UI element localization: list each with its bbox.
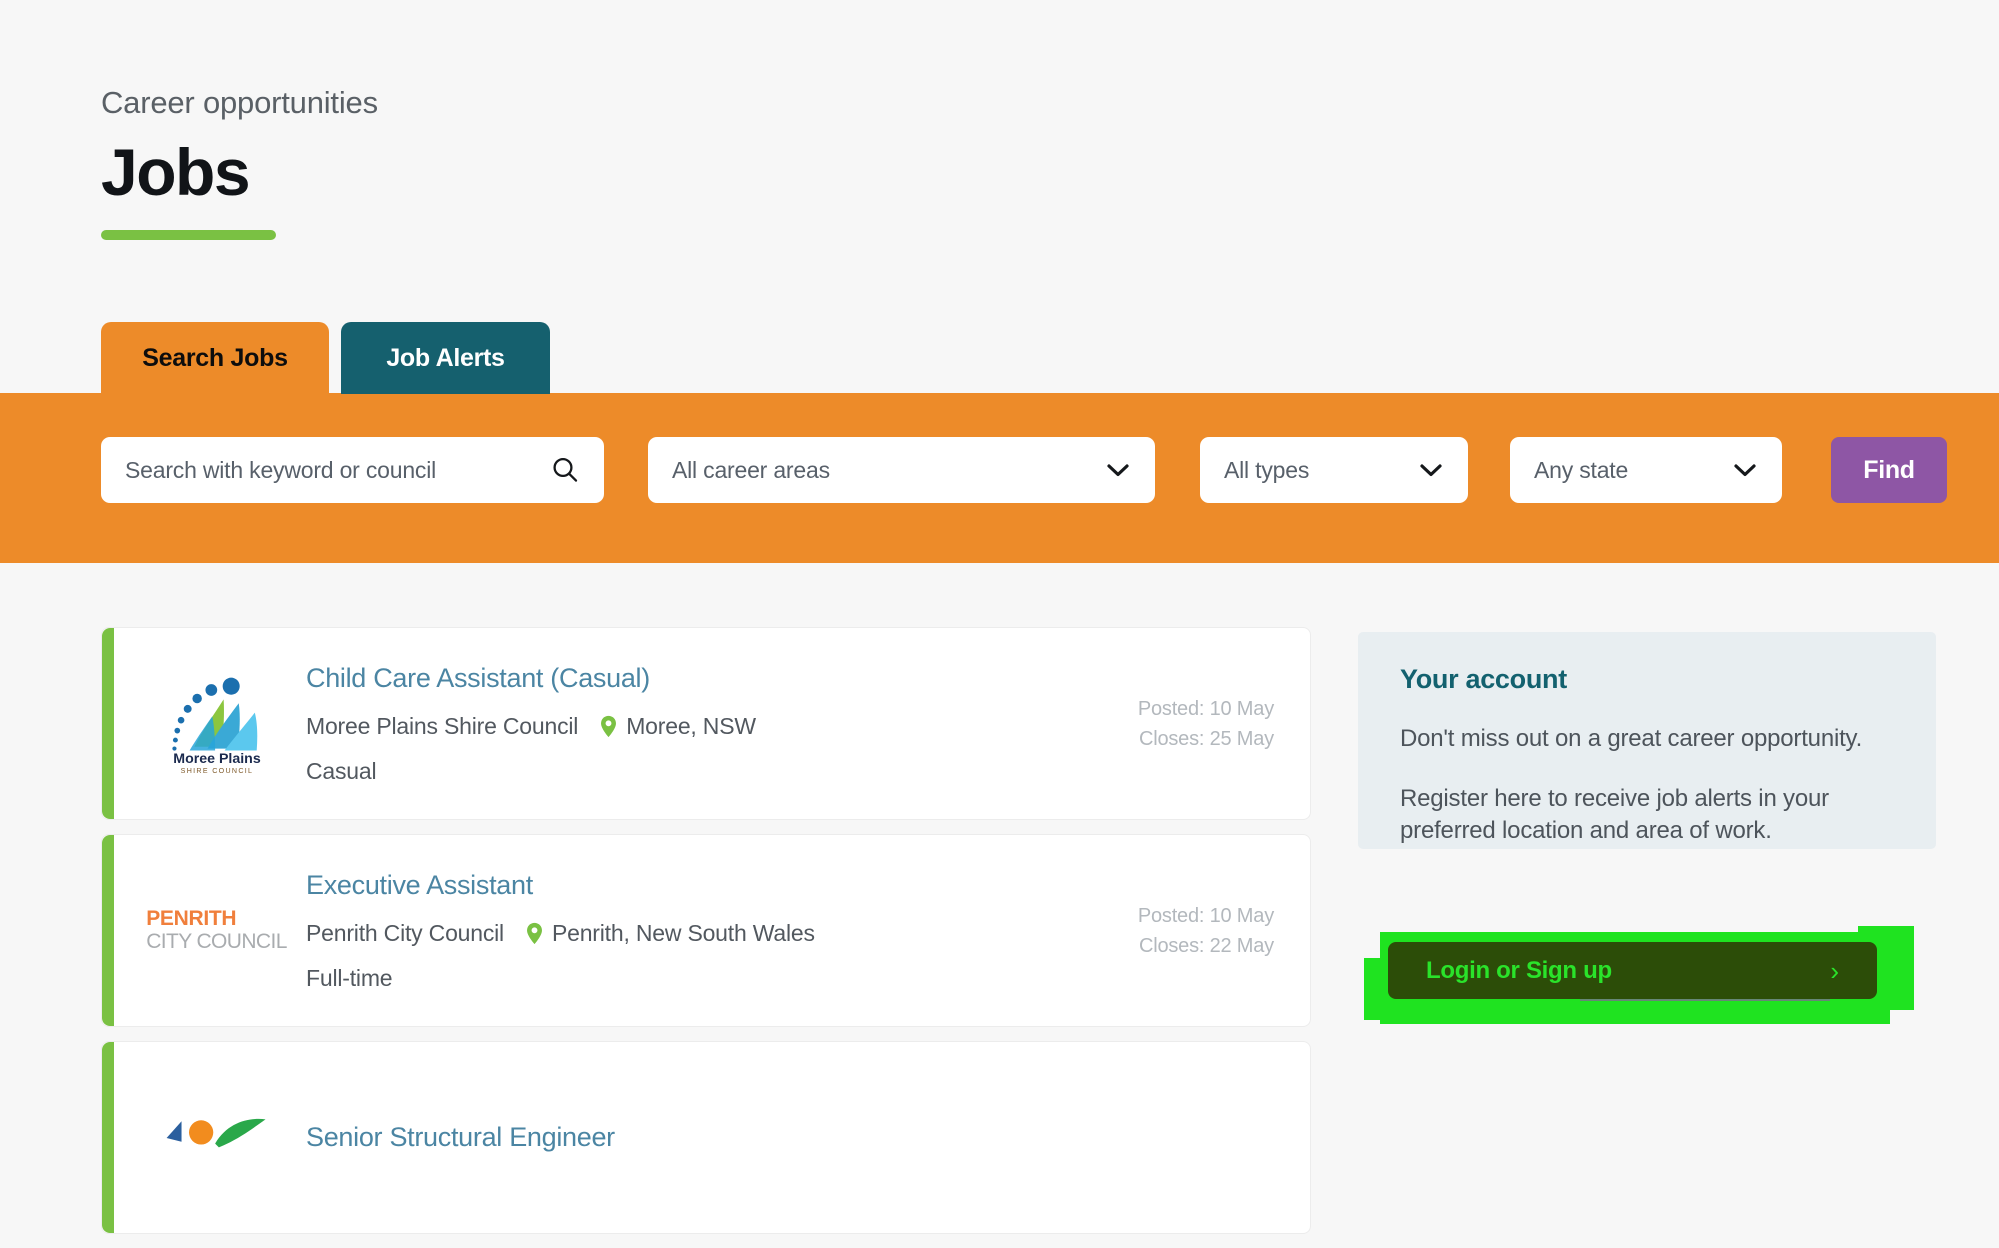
penrith-city-council-logo-icon: PENRITH CITY COUNCIL [146,908,287,952]
title-underline-rule [101,230,276,241]
job-type-select[interactable]: All types [1200,437,1468,503]
tab-bar: Search Jobs Job Alerts [101,322,550,394]
job-location: Moree, NSW [626,712,756,739]
job-dates: Posted: 10 May Closes: 22 May [1138,901,1310,961]
job-employment-type: Casual [306,757,377,784]
employer-logo: Moree Plains SHIRE COUNCIL [139,671,294,777]
state-select[interactable]: Any state [1510,437,1782,503]
job-dates: Posted: 10 May Closes: 25 May [1138,694,1310,754]
job-card[interactable]: PENRITH CITY COUNCIL Executive Assistant… [101,834,1311,1027]
page-title: Jobs [101,135,251,210]
job-title-link[interactable]: Executive Assistant [306,869,1138,901]
location-pin-icon [526,922,543,945]
chevron-down-icon [1732,462,1758,478]
job-card[interactable]: Senior Structural Engineer [101,1041,1311,1234]
find-button[interactable]: Find [1831,437,1947,503]
svg-text:SHIRE COUNCIL: SHIRE COUNCIL [180,767,253,775]
job-card[interactable]: Moree Plains SHIRE COUNCIL Child Care As… [101,627,1311,820]
job-closing-date: Closes: 25 May [1138,727,1274,750]
job-details: Senior Structural Engineer [294,1121,1310,1153]
penrith-logo-bottom: CITY COUNCIL [146,929,287,953]
chevron-right-icon: › [1830,955,1839,986]
login-or-signup-button[interactable]: Login or Sign up › [1388,942,1877,999]
card-accent-bar [102,628,114,819]
job-details: Child Care Assistant (Casual) Moree Plai… [294,662,1138,784]
highlighter-stroke [1398,1008,1868,1020]
career-area-select[interactable]: All career areas [648,437,1155,503]
card-accent-bar [102,1042,114,1233]
search-input-placeholder: Search with keyword or council [125,456,437,483]
employer-logo [139,1110,294,1166]
chevron-down-icon [1105,462,1131,478]
job-location: Penrith, New South Wales [551,919,815,946]
page-header: Career opportunities Jobs [101,85,378,241]
job-posted-date: Posted: 10 May [1137,697,1274,720]
tab-job-alerts-label: Job Alerts [386,343,505,372]
job-closing-date: Closes: 22 May [1138,934,1274,957]
tab-search-jobs[interactable]: Search Jobs [101,322,329,394]
job-details: Executive Assistant Penrith City Council… [294,869,1138,991]
state-value: Any state [1534,456,1629,483]
eyebrow-text: Career opportunities [101,85,378,120]
account-panel-title: Your account [1400,664,1567,694]
employer-name: Penrith City Council [306,919,504,946]
login-or-signup-label: Login or Sign up [1426,956,1612,984]
search-icon[interactable] [550,455,580,485]
job-title-link[interactable]: Child Care Assistant (Casual) [306,662,1138,694]
your-account-panel: Your account Don't miss out on a great c… [1358,632,1936,849]
search-input[interactable]: Search with keyword or council [101,437,604,503]
search-controls: Search with keyword or council All caree… [101,437,1947,503]
job-meta: Penrith City Council Penrith, New South … [306,920,1138,947]
account-paragraph-1: Don't miss out on a great career opportu… [1400,725,1863,752]
council-logo-icon [166,1118,266,1147]
tab-job-alerts[interactable]: Job Alerts [341,322,550,394]
tab-search-jobs-label: Search Jobs [142,343,288,372]
employer-name: Moree Plains Shire Council [306,712,579,739]
moree-plains-shire-council-logo-icon: Moree Plains SHIRE COUNCIL [171,677,261,775]
account-paragraph-2: Register here to receive job alerts in y… [1400,784,1829,844]
card-accent-bar [102,835,114,1026]
job-meta: Moree Plains Shire Council Moree, NSW [306,713,1138,740]
job-type-value: All types [1224,456,1310,483]
job-title-link[interactable]: Senior Structural Engineer [306,1121,1310,1153]
location-pin-icon [600,715,617,738]
chevron-down-icon [1418,462,1444,478]
penrith-logo-top: PENRITH [146,907,237,931]
employer-logo: PENRITH CITY COUNCIL [139,908,294,952]
job-employment-type: Full-time [306,964,393,991]
job-posted-date: Posted: 10 May [1137,904,1274,927]
job-results-list: Moree Plains SHIRE COUNCIL Child Care As… [101,627,1311,1248]
svg-text:Moree Plains: Moree Plains [173,750,261,766]
career-area-value: All career areas [672,456,830,483]
